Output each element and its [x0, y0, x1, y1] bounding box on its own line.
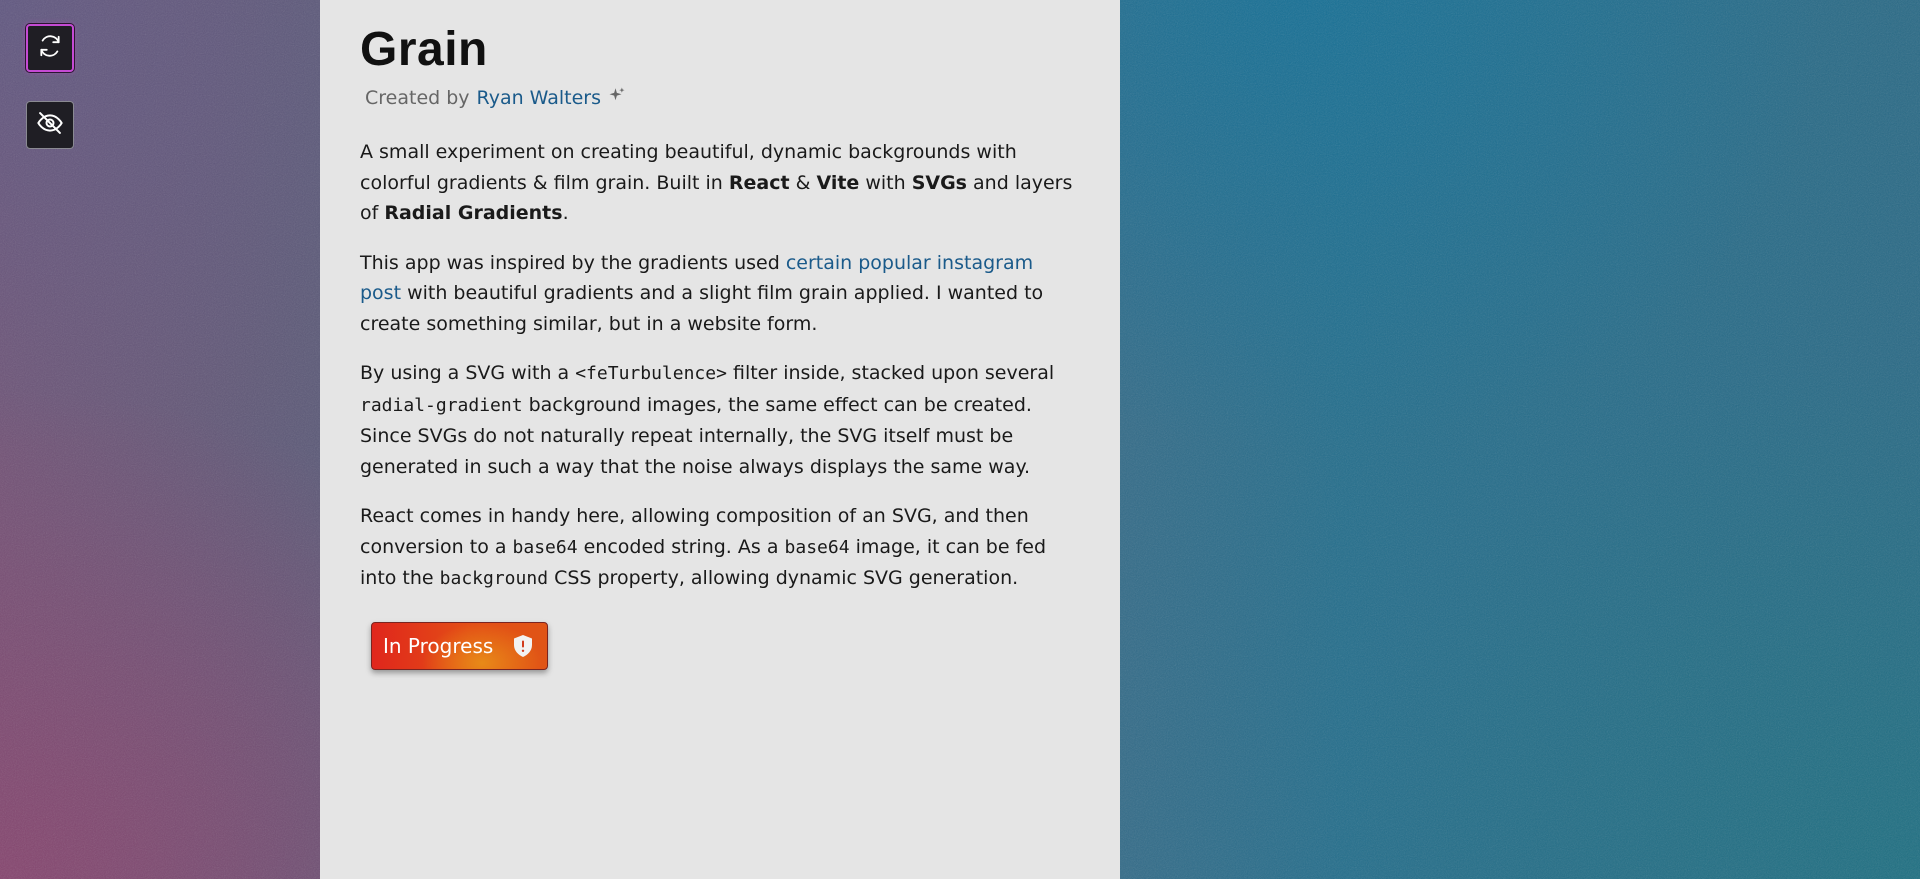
paragraph-intro: A small experiment on creating beautiful… — [360, 141, 1073, 224]
status-label: In Progress — [383, 633, 494, 658]
status-badge: In Progress — [371, 621, 549, 670]
sparkles-icon — [608, 86, 626, 109]
byline-prefix: Created by — [365, 86, 470, 109]
author-link[interactable]: Ryan Walters — [477, 87, 601, 109]
paragraph-react: React comes in handy here, allowing comp… — [360, 505, 1047, 589]
paragraph-inspiration: This app was inspired by the gradients u… — [360, 251, 1044, 335]
byline: Created by Ryan Walters — [365, 86, 1080, 109]
paragraph-technique: By using a SVG with a <feTurbulence> fil… — [360, 362, 1055, 478]
refresh-icon — [37, 33, 63, 63]
eye-off-icon — [36, 109, 64, 141]
content-panel: Grain Created by Ryan Walters A small ex… — [320, 0, 1120, 879]
refresh-button[interactable] — [26, 24, 74, 72]
shield-alert-icon — [511, 633, 535, 659]
page-title: Grain — [360, 23, 488, 76]
hide-ui-button[interactable] — [26, 101, 74, 149]
description: A small experiment on creating beautiful… — [360, 137, 1080, 595]
